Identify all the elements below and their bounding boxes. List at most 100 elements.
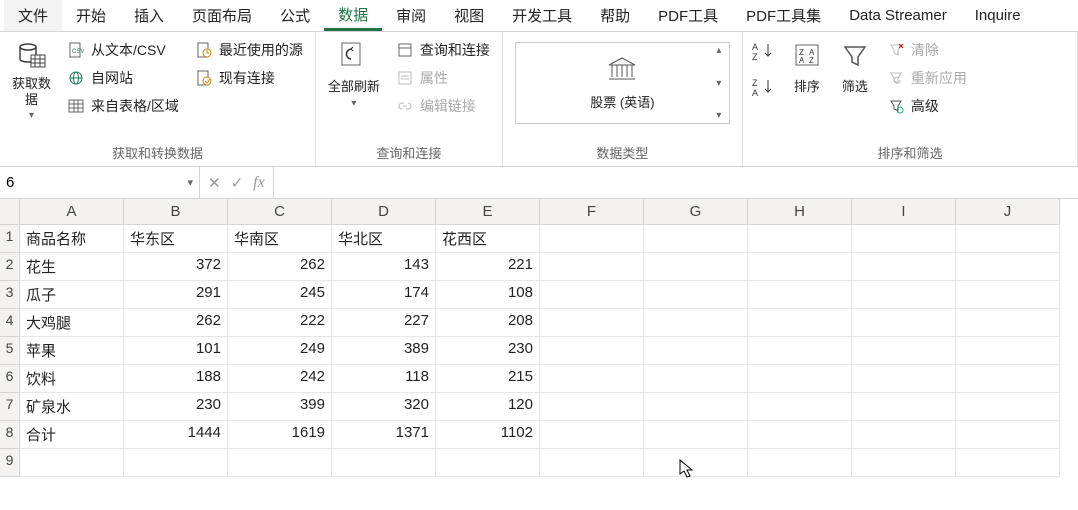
col-header-F[interactable]: F (540, 199, 644, 225)
gallery-down-icon[interactable]: ▾ (711, 78, 727, 89)
cell[interactable]: 花生 (20, 253, 124, 281)
cell[interactable] (748, 421, 852, 449)
cell[interactable] (748, 393, 852, 421)
name-box-input[interactable] (6, 174, 193, 191)
cell[interactable]: 262 (228, 253, 332, 281)
cell[interactable] (956, 225, 1060, 253)
cell[interactable] (748, 253, 852, 281)
cell[interactable]: 399 (228, 393, 332, 421)
cell[interactable] (644, 281, 748, 309)
cell[interactable] (540, 393, 644, 421)
menu-item-0[interactable]: 文件 (4, 0, 62, 31)
cell[interactable]: 1102 (436, 421, 540, 449)
menu-item-3[interactable]: 页面布局 (178, 0, 266, 31)
existing-connections-button[interactable]: 现有连接 (191, 66, 307, 90)
cell[interactable] (748, 365, 852, 393)
menu-item-2[interactable]: 插入 (120, 0, 178, 31)
cell[interactable] (956, 365, 1060, 393)
gallery-up-icon[interactable]: ▴ (711, 45, 727, 56)
cell[interactable]: 101 (124, 337, 228, 365)
cell[interactable] (540, 337, 644, 365)
menu-item-5[interactable]: 数据 (324, 0, 382, 31)
cell[interactable] (124, 449, 228, 477)
menu-item-12[interactable]: Data Streamer (835, 0, 961, 31)
get-data-button[interactable]: 获取数 据 ▾ (6, 36, 57, 125)
cell[interactable]: 苹果 (20, 337, 124, 365)
cell[interactable] (956, 337, 1060, 365)
cell[interactable] (748, 281, 852, 309)
cell[interactable] (644, 253, 748, 281)
menu-item-7[interactable]: 视图 (440, 0, 498, 31)
confirm-check-icon[interactable]: ✓ (231, 174, 244, 192)
cell[interactable] (956, 393, 1060, 421)
cell[interactable]: 222 (228, 309, 332, 337)
cell[interactable] (644, 225, 748, 253)
cell[interactable] (748, 449, 852, 477)
cell[interactable]: 1444 (124, 421, 228, 449)
from-text-csv-button[interactable]: CSV 从文本/CSV (63, 38, 183, 62)
cell[interactable] (644, 449, 748, 477)
cell[interactable]: 商品名称 (20, 225, 124, 253)
row-header-7[interactable]: 7 (0, 393, 20, 421)
cell[interactable]: 花西区 (436, 225, 540, 253)
cell[interactable] (540, 365, 644, 393)
gallery-expand-icon[interactable]: ▾ (711, 110, 727, 121)
menu-item-6[interactable]: 审阅 (382, 0, 440, 31)
cell[interactable] (644, 309, 748, 337)
cell[interactable] (748, 337, 852, 365)
cell[interactable]: 118 (332, 365, 436, 393)
cell[interactable] (20, 449, 124, 477)
cell[interactable]: 华北区 (332, 225, 436, 253)
cell[interactable]: 242 (228, 365, 332, 393)
formula-input[interactable] (282, 174, 1070, 191)
col-header-I[interactable]: I (852, 199, 956, 225)
cell[interactable] (852, 337, 956, 365)
cell[interactable] (436, 449, 540, 477)
menu-item-4[interactable]: 公式 (266, 0, 324, 31)
cell[interactable] (852, 449, 956, 477)
cell[interactable]: 291 (124, 281, 228, 309)
cell[interactable] (540, 253, 644, 281)
row-header-6[interactable]: 6 (0, 365, 20, 393)
name-box[interactable]: ▾ (0, 167, 200, 198)
cell[interactable] (748, 309, 852, 337)
cell[interactable]: 372 (124, 253, 228, 281)
menu-item-8[interactable]: 开发工具 (498, 0, 586, 31)
cell[interactable] (956, 281, 1060, 309)
cell[interactable]: 208 (436, 309, 540, 337)
cell[interactable]: 合计 (20, 421, 124, 449)
row-header-1[interactable]: 1 (0, 225, 20, 253)
cell[interactable] (644, 421, 748, 449)
cell[interactable] (644, 393, 748, 421)
cell[interactable] (228, 449, 332, 477)
advanced-filter-button[interactable]: 高级 (883, 94, 971, 118)
cell[interactable]: 227 (332, 309, 436, 337)
cell[interactable]: 245 (228, 281, 332, 309)
spreadsheet-grid[interactable]: ABCDEFGHIJ1商品名称华东区华南区华北区花西区2花生3722621432… (0, 199, 1078, 477)
cell[interactable] (852, 393, 956, 421)
cell[interactable]: 174 (332, 281, 436, 309)
cell[interactable]: 320 (332, 393, 436, 421)
queries-connections-button[interactable]: 查询和连接 (392, 38, 494, 62)
col-header-B[interactable]: B (124, 199, 228, 225)
fx-icon[interactable]: fx (253, 174, 265, 192)
sort-asc-button[interactable]: AZ (751, 40, 779, 62)
cell[interactable] (956, 449, 1060, 477)
cell[interactable]: 饮料 (20, 365, 124, 393)
cell[interactable]: 230 (436, 337, 540, 365)
cell[interactable] (540, 421, 644, 449)
cell[interactable]: 矿泉水 (20, 393, 124, 421)
cancel-x-icon[interactable]: ✕ (208, 174, 221, 192)
menu-item-11[interactable]: PDF工具集 (732, 0, 835, 31)
filter-button[interactable]: 筛选 (833, 36, 877, 99)
cell[interactable]: 1619 (228, 421, 332, 449)
cell[interactable] (956, 309, 1060, 337)
cell[interactable]: 108 (436, 281, 540, 309)
col-header-H[interactable]: H (748, 199, 852, 225)
col-header-A[interactable]: A (20, 199, 124, 225)
cell[interactable]: 143 (332, 253, 436, 281)
cell[interactable]: 大鸡腿 (20, 309, 124, 337)
cell[interactable]: 华东区 (124, 225, 228, 253)
cell[interactable]: 120 (436, 393, 540, 421)
stocks-button[interactable]: 股票 (英语) ▴ ▾ ▾ (515, 42, 730, 124)
